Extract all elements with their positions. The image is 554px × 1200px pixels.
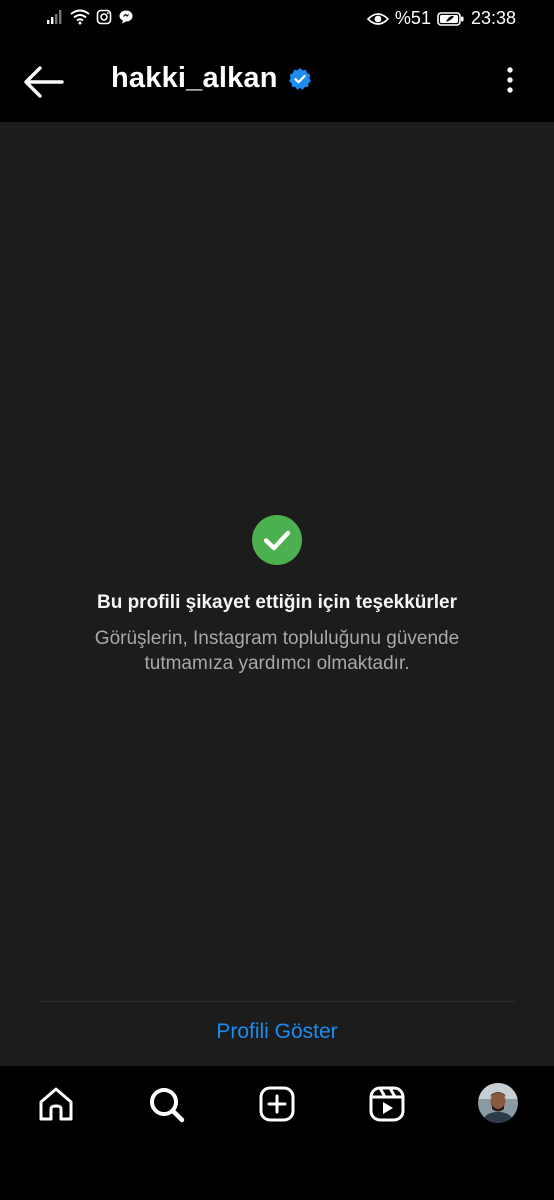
report-confirmation-panel: Bu profili şikayet ettiğin için teşekkür… [0, 122, 554, 1066]
verified-badge-icon [288, 67, 311, 90]
home-icon [39, 1087, 73, 1121]
nav-home[interactable] [36, 1084, 76, 1124]
more-vertical-icon [507, 67, 513, 93]
confirmation-message: Görüşlerin, Instagram topluluğunu güvend… [94, 628, 460, 674]
chat-notification-icon [119, 10, 133, 24]
instagram-notification-icon [96, 9, 112, 25]
status-left-icons [46, 9, 134, 25]
wifi-icon [70, 9, 90, 25]
top-app-bar: hakki_alkan [0, 40, 554, 122]
username: hakki_alkan [111, 62, 278, 94]
battery-percent: %51 [394, 8, 431, 28]
success-check-icon [252, 515, 302, 565]
battery-icon [437, 11, 464, 26]
more-options-button[interactable] [502, 66, 518, 98]
reels-icon [369, 1086, 405, 1122]
signal-icon [47, 10, 62, 24]
status-bar: %51 23:38 [0, 0, 554, 40]
profile-avatar[interactable] [478, 1083, 518, 1123]
clock: 23:38 [470, 8, 516, 28]
nav-search[interactable] [146, 1084, 186, 1124]
back-arrow-icon [24, 66, 64, 98]
status-right-icons: %51 23:38 [366, 8, 516, 29]
nav-create[interactable] [257, 1084, 297, 1124]
nav-reels[interactable] [367, 1084, 407, 1124]
search-icon [150, 1088, 185, 1123]
back-button[interactable] [22, 62, 66, 102]
eye-icon [366, 12, 389, 25]
divider [40, 1001, 516, 1002]
create-icon [259, 1086, 295, 1122]
show-profile-button[interactable]: Profili Göster [0, 1020, 554, 1044]
bottom-navigation [0, 1066, 554, 1200]
profile-title: hakki_alkan [111, 62, 312, 95]
confirmation-title: Bu profili şikayet ettiğin için teşekkür… [96, 592, 458, 613]
avatar-image [478, 1083, 518, 1123]
